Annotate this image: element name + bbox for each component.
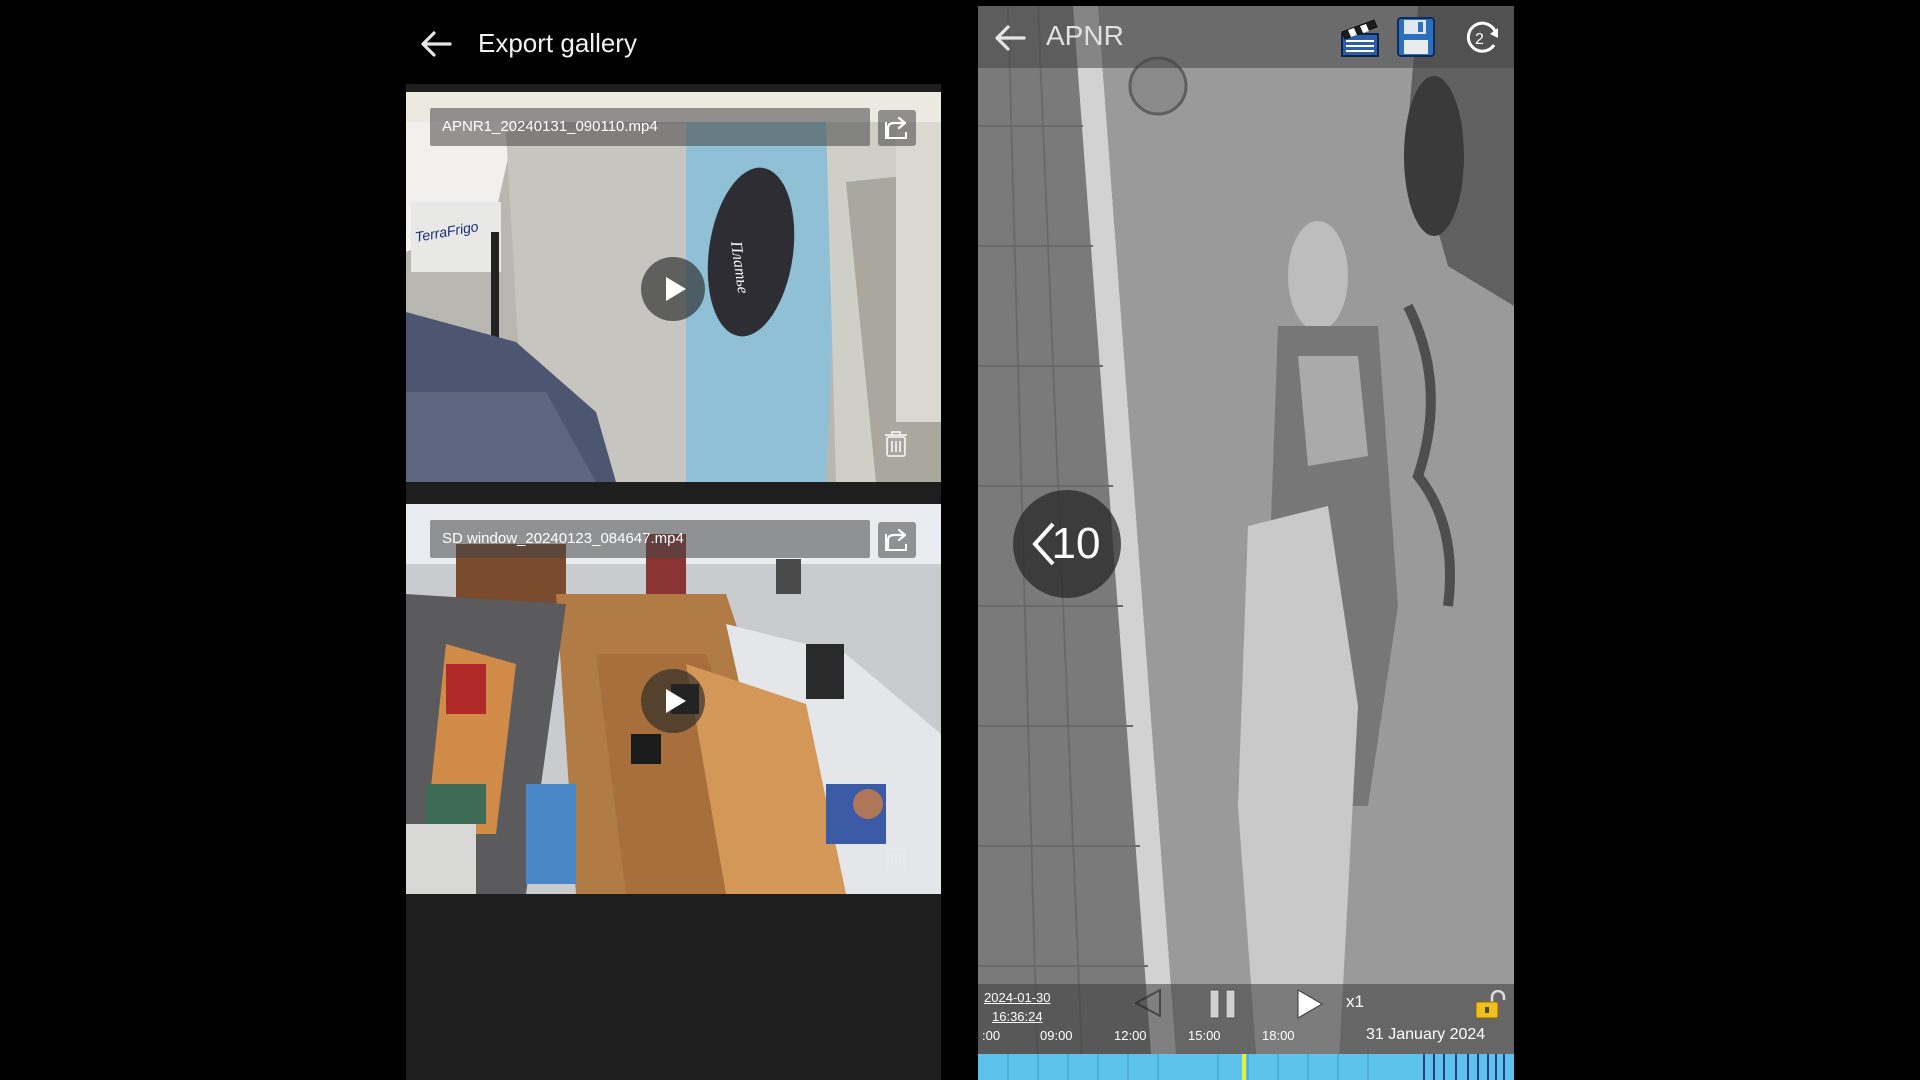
video-filename: SD window_20240123_084647.mp4 <box>430 520 870 558</box>
page-title: Export gallery <box>478 28 637 58</box>
camera-title: APNR <box>1046 20 1124 51</box>
apnr-player-screen: APNR 2 10 2024-01-30 16:36:24 x1:00 09:… <box>978 6 1514 1080</box>
sync-icon[interactable]: 2 <box>1460 14 1504 60</box>
video-list[interactable]: TerraFrigo Платье APNR1_20240131_090110.… <box>406 84 941 1080</box>
timeline-tick: :00 <box>982 1028 1001 1043</box>
rewind-10-button[interactable]: 10 <box>1013 490 1121 598</box>
export-gallery-screen: Export gallery TerraFrigo Платье APNR1_2… <box>406 0 941 1080</box>
video-card[interactable]: SD window_20240123_084647.mp4 <box>406 504 941 894</box>
playback-controls: 2024-01-30 16:36:24 x1 :00 09:00 12:00 1… <box>978 984 1514 1080</box>
timeline-tick: 18:00 <box>1262 1028 1295 1043</box>
timeline-tick: 12:00 <box>1114 1028 1147 1043</box>
gallery-header: Export gallery <box>406 0 941 84</box>
timeline-tick: 09:00 <box>1040 1028 1073 1043</box>
timeline-date: 31 January 2024 <box>1366 1026 1486 1043</box>
play-icon <box>666 689 686 713</box>
back-arrow-icon[interactable] <box>416 24 456 64</box>
play-icon <box>666 277 686 301</box>
video-card[interactable]: TerraFrigo Платье APNR1_20240131_090110.… <box>406 92 941 482</box>
svg-text:2: 2 <box>1475 31 1484 48</box>
clapperboard-icon[interactable] <box>1338 14 1382 60</box>
playback-speed[interactable]: x1 <box>1346 992 1364 1012</box>
play-button[interactable] <box>641 257 705 321</box>
timeline-bar[interactable] <box>978 1054 1514 1080</box>
play-button[interactable] <box>641 669 705 733</box>
timestamp-time[interactable]: 16:36:24 <box>992 1009 1043 1024</box>
pause-icon[interactable] <box>1204 986 1242 1022</box>
rewind-label: 10 <box>1051 519 1101 568</box>
player-toolbar: APNR 2 <box>978 6 1514 68</box>
step-back-icon[interactable] <box>1128 984 1168 1020</box>
timeline-tick: 15:00 <box>1188 1028 1221 1043</box>
share-icon[interactable] <box>878 110 916 146</box>
video-filename: APNR1_20240131_090110.mp4 <box>430 108 870 146</box>
trash-icon[interactable] <box>884 430 908 458</box>
back-arrow-icon[interactable] <box>990 18 1030 58</box>
share-icon[interactable] <box>878 522 916 558</box>
save-icon[interactable] <box>1394 14 1438 60</box>
timestamp-date[interactable]: 2024-01-30 <box>984 990 1051 1005</box>
trash-icon[interactable] <box>884 842 908 870</box>
play-icon[interactable] <box>1290 986 1328 1022</box>
lock-icon[interactable] <box>1472 990 1508 1022</box>
